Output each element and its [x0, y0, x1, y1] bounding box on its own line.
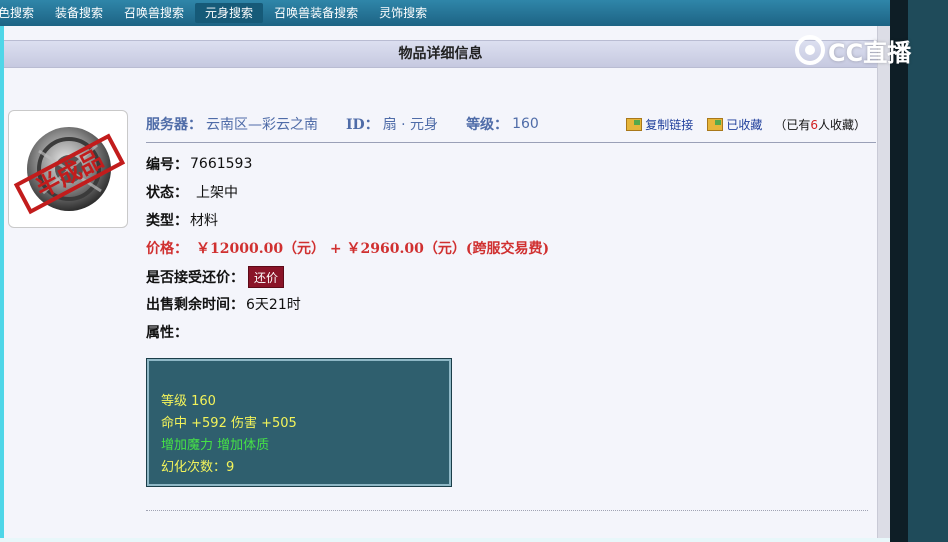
left-border: [0, 26, 4, 542]
level-label: 等级：: [466, 117, 509, 133]
item-number-value: 7661593: [190, 156, 253, 172]
favorite-count: （已有6人收藏）: [774, 117, 866, 132]
copy-link-label: 复制链接: [645, 117, 694, 132]
price-row: 价格： ￥12000.00（元） + ￥2960.00（元）(跨服交易费): [146, 237, 549, 259]
counter-offer-button[interactable]: 还价: [248, 266, 285, 288]
attr-stats: 命中 +592 伤害 +505: [161, 416, 297, 431]
type-label: 类型：: [146, 213, 188, 229]
watermark-text: CC直播: [828, 38, 912, 67]
item-number-label: 编号：: [146, 157, 188, 173]
copy-link-icon: [626, 117, 643, 131]
price-label: 价格：: [146, 241, 188, 257]
favorite-button[interactable]: 已收藏: [707, 116, 762, 133]
top-nav: 色搜索 装备搜索 召唤兽搜索 元身搜索 召唤兽装备搜索 灵饰搜索: [0, 0, 890, 26]
server-value: 云南区—彩云之南: [206, 117, 318, 133]
favorite-label: 已收藏: [726, 117, 763, 132]
id-value: 扇 · 元身: [382, 117, 439, 133]
remaining-time-row: 出售剩余时间： 6天21时: [146, 293, 301, 315]
attr-bonus: 增加魔力 增加体质: [161, 438, 270, 453]
bottom-divider: [146, 510, 868, 511]
header-divider: [146, 142, 876, 143]
attributes-box: 等级 160 命中 +592 伤害 +505 增加魔力 增加体质 幻化次数：9: [146, 358, 452, 487]
status-value: 上架中: [196, 185, 238, 201]
item-number-row: 编号： 7661593: [146, 153, 252, 175]
stream-watermark: CC直播: [795, 30, 923, 70]
level-value: 160: [512, 116, 539, 132]
vertical-scrollbar[interactable]: [877, 26, 890, 542]
price-value: ￥12000.00（元） + ￥2960.00（元）(跨服交易费): [196, 241, 550, 257]
nav-item-role-search[interactable]: 色搜索: [0, 3, 44, 23]
attributes-label: 属性：: [146, 325, 188, 341]
type-row: 类型： 材料: [146, 209, 218, 231]
item-info-header: 服务器： 云南区—彩云之南 ID： 扇 · 元身 等级： 160 复制链接 已收…: [146, 112, 876, 136]
id-label: ID：: [346, 117, 379, 133]
nav-item-ornament-search[interactable]: 灵饰搜索: [369, 3, 437, 23]
item-actions: 复制链接 已收藏 （已有6人收藏）: [612, 112, 866, 136]
copy-link-button[interactable]: 复制链接: [626, 116, 693, 133]
status-label: 状态：: [146, 185, 188, 201]
cc-logo-icon: [795, 35, 825, 65]
status-row: 状态： 上架中: [146, 181, 238, 203]
nav-item-summon-equipment-search[interactable]: 召唤兽装备搜索: [264, 3, 368, 23]
attr-transform-count: 幻化次数：9: [161, 460, 235, 475]
type-value: 材料: [190, 213, 218, 229]
right-dark-strip: [890, 0, 908, 542]
remaining-time-value: 6天21时: [246, 297, 301, 313]
page-title: 物品详细信息: [4, 40, 877, 68]
counter-offer-label: 是否接受还价：: [146, 270, 244, 286]
attr-level: 等级 160: [161, 394, 216, 409]
remaining-time-label: 出售剩余时间：: [146, 297, 244, 313]
bottom-border: [0, 538, 890, 542]
nav-item-yuanshen-search[interactable]: 元身搜索: [195, 3, 264, 23]
attributes-row: 属性：: [146, 321, 188, 343]
server-label: 服务器：: [146, 117, 202, 133]
nav-item-equipment-search[interactable]: 装备搜索: [45, 3, 113, 23]
right-side-panel: [908, 0, 948, 542]
item-coin-icon: 半成品: [13, 127, 126, 215]
favorite-folder-icon: [707, 117, 724, 131]
item-image: 半成品: [8, 110, 128, 228]
nav-item-summon-search[interactable]: 召唤兽搜索: [114, 3, 194, 23]
counter-offer-row: 是否接受还价： 还价: [146, 266, 285, 288]
